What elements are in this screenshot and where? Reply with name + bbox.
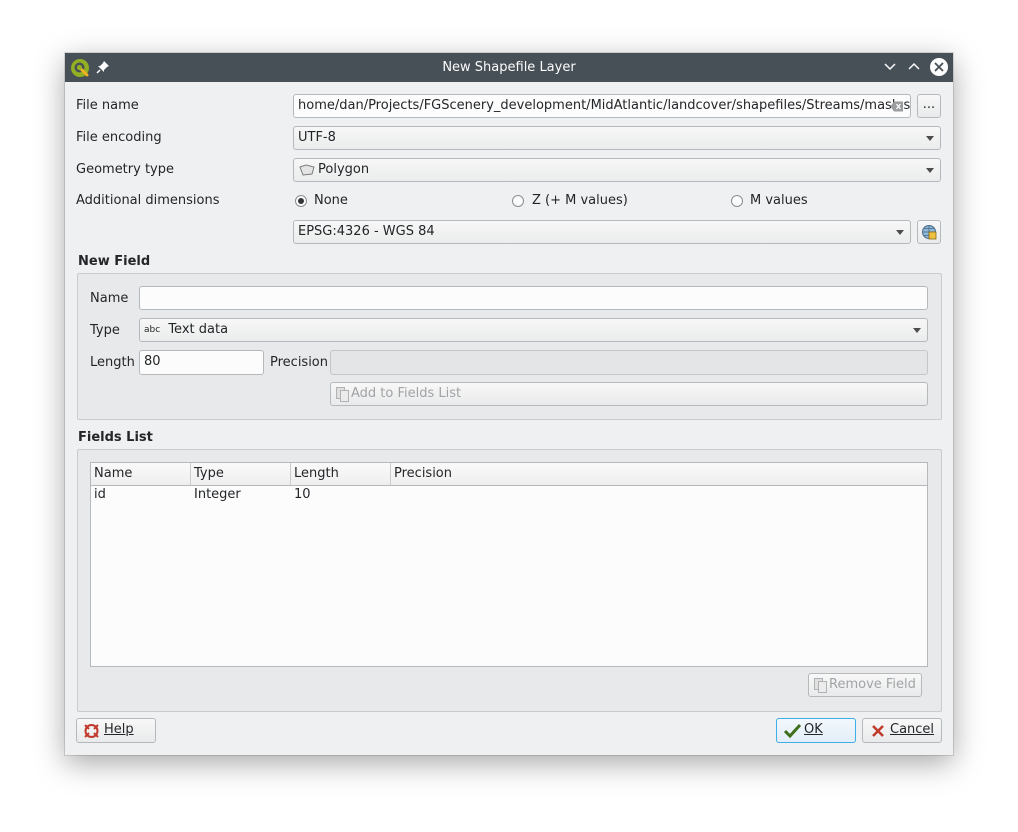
field-precision-input[interactable] (330, 350, 928, 375)
help-button[interactable]: Help (76, 718, 156, 743)
dimension-none-label[interactable]: None (314, 193, 348, 209)
clear-text-icon[interactable] (890, 101, 904, 112)
geometry-type-select[interactable]: Polygon (293, 158, 941, 182)
file-name-input[interactable]: home/dan/Projects/FGScenery_development/… (293, 94, 911, 118)
add-field-icon (336, 387, 349, 402)
geometry-type-value: Polygon (318, 162, 370, 177)
crs-globe-icon (921, 224, 937, 240)
cancel-button[interactable]: Cancel (862, 718, 942, 743)
dimension-m-radio[interactable] (731, 195, 743, 207)
chevron-down-icon (896, 230, 904, 235)
file-encoding-label: File encoding (76, 130, 162, 145)
table-row[interactable]: id Integer 10 (91, 486, 927, 504)
browse-button[interactable]: ... (917, 94, 941, 118)
dimension-z-label[interactable]: Z (+ M values) (532, 193, 628, 209)
crs-value: EPSG:4326 - WGS 84 (298, 224, 435, 239)
remove-field-button[interactable]: Remove Field (808, 673, 922, 697)
cell-length: 10 (294, 487, 311, 502)
chevron-down-icon (926, 136, 934, 141)
geometry-type-label: Geometry type (76, 162, 174, 177)
field-name-input[interactable] (139, 286, 928, 310)
table-header: Name Type Length Precision (91, 463, 927, 486)
fields-list-title: Fields List (78, 430, 153, 445)
additional-dimensions-label: Additional dimensions (76, 193, 220, 208)
chevron-down-icon (913, 328, 921, 333)
minimize-icon[interactable] (884, 62, 896, 72)
maximize-icon[interactable] (908, 61, 920, 71)
file-encoding-select[interactable]: UTF-8 (293, 126, 941, 150)
column-header-type[interactable]: Type (191, 463, 291, 485)
file-name-value: home/dan/Projects/FGScenery_development/… (298, 98, 911, 113)
field-length-input[interactable]: 80 (139, 350, 264, 375)
ok-check-icon (784, 723, 801, 738)
add-to-fields-list-button[interactable]: Add to Fields List (330, 382, 928, 406)
help-icon (83, 723, 100, 739)
dialog-window: New Shapefile Layer File name home/dan/P… (65, 53, 953, 755)
field-name-label: Name (90, 291, 129, 306)
file-encoding-value: UTF-8 (298, 130, 336, 145)
add-to-fields-list-label: Add to Fields List (351, 386, 462, 401)
dimension-none-radio[interactable] (295, 195, 307, 207)
cancel-x-icon (871, 724, 885, 738)
polygon-icon (299, 164, 315, 176)
field-length-label: Length (90, 355, 135, 370)
window-title: New Shapefile Layer (442, 60, 576, 75)
fields-table[interactable]: Name Type Length Precision id Integer 10 (90, 462, 928, 667)
field-type-select[interactable]: abc Text data (139, 318, 928, 342)
column-header-length[interactable]: Length (291, 463, 391, 485)
close-icon[interactable] (929, 57, 949, 77)
remove-field-label: Remove Field (829, 677, 916, 692)
cancel-label: Cancel (890, 722, 935, 737)
title-bar: New Shapefile Layer (65, 53, 953, 82)
file-name-label: File name (76, 98, 139, 113)
dimension-z-radio[interactable] (512, 195, 524, 207)
select-crs-button[interactable] (917, 220, 941, 244)
field-type-label: Type (90, 323, 120, 338)
help-label: Help (104, 722, 134, 737)
chevron-down-icon (926, 168, 934, 173)
cell-type: Integer (194, 487, 241, 502)
column-header-precision[interactable]: Precision (391, 463, 927, 485)
column-header-name[interactable]: Name (91, 463, 191, 485)
ok-label: OK (804, 722, 823, 737)
field-type-value: Text data (168, 322, 229, 337)
crs-select[interactable]: EPSG:4326 - WGS 84 (293, 220, 911, 244)
field-precision-label: Precision (270, 355, 329, 370)
ok-button[interactable]: OK (776, 718, 856, 743)
cell-name: id (94, 487, 106, 502)
text-data-icon: abc (144, 325, 161, 335)
new-field-title: New Field (78, 254, 151, 269)
dimension-m-label[interactable]: M values (750, 193, 808, 209)
remove-field-icon (814, 678, 827, 693)
